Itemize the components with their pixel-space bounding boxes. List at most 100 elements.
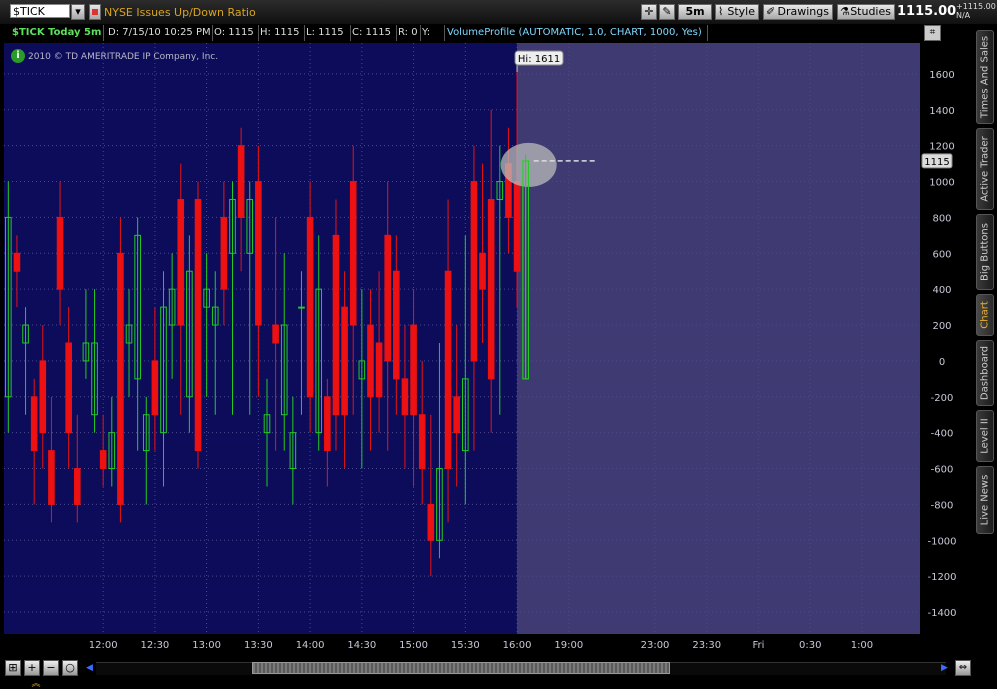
- collapse-chevron-icon[interactable]: ︽: [26, 676, 46, 689]
- candle-body-down: [177, 198, 185, 326]
- scroll-right-arrow-icon[interactable]: ▶: [941, 663, 948, 673]
- candle-body-down: [332, 234, 340, 416]
- candle-body-down: [384, 234, 392, 362]
- candle-body-down: [220, 216, 228, 290]
- crosshair-tool-button[interactable]: ✛: [641, 4, 657, 20]
- grid-icon: ⊞: [8, 661, 18, 674]
- symbol-input[interactable]: $TICK: [10, 4, 70, 18]
- side-tab-dashboard[interactable]: Dashboard: [976, 340, 994, 406]
- candle-body-down: [513, 181, 521, 272]
- info-icon[interactable]: i: [11, 49, 25, 63]
- time-axis-label: 16:00: [503, 640, 532, 651]
- studies-label: Studies: [850, 5, 891, 18]
- side-tab-label: Times And Sales: [979, 35, 991, 119]
- time-axis-label: 1:00: [851, 640, 873, 651]
- drawing-grid-button[interactable]: ⊞: [5, 660, 21, 676]
- scroll-left-arrow-icon[interactable]: ◀: [86, 663, 93, 673]
- candle-body-down: [324, 396, 331, 452]
- candle-body-down: [237, 145, 245, 218]
- candle-body-down: [444, 270, 452, 470]
- time-axis-label: 13:30: [244, 640, 273, 651]
- fit-chart-button[interactable]: ○: [62, 660, 78, 676]
- studies-icon: ⚗: [840, 5, 850, 18]
- bar-close: C: 1115: [350, 25, 397, 41]
- time-axis-label: 23:30: [692, 640, 721, 651]
- price-axis-label: -400: [931, 429, 954, 440]
- side-tab-chart[interactable]: Chart: [976, 294, 994, 336]
- zoom-in-button[interactable]: +: [24, 660, 40, 676]
- candle-body-down: [470, 181, 478, 362]
- future-time-area: [517, 43, 920, 634]
- candle-body-down: [65, 342, 72, 434]
- settings-tool-button[interactable]: ✎: [659, 4, 675, 20]
- chart-info-bar: $TICK Today 5m D: 7/15/10 10:25 PM O: 11…: [6, 25, 708, 41]
- side-tab-level-ii[interactable]: Level II: [976, 410, 994, 462]
- bar-high: H: 1115: [258, 25, 305, 41]
- studies-button[interactable]: ⚗ Studies: [837, 4, 895, 20]
- bottom-toolbar: ⊞ + − ○ ◀ ▶ ⇔: [0, 656, 997, 686]
- chart-settings-icon: ⌗: [929, 27, 936, 38]
- side-tab-label: Level II: [979, 418, 991, 454]
- candle-body-down: [39, 360, 47, 434]
- net-change: +1115.00: [956, 2, 996, 11]
- zoom-in-icon: +: [27, 661, 37, 674]
- candle-body-down: [375, 342, 383, 398]
- candle-body-down: [272, 324, 279, 344]
- candle-body-down: [393, 270, 400, 380]
- candle-body-down: [367, 324, 374, 398]
- copyright-notice: 2010 © TD AMERITRADE IP Company, Inc.: [28, 52, 219, 62]
- candle-body-down: [453, 396, 460, 434]
- candle-body-up: [298, 306, 305, 309]
- side-tab-active-trader[interactable]: Active Trader: [976, 128, 994, 210]
- candle-body-down: [341, 306, 348, 416]
- candle-body-down: [151, 360, 159, 416]
- symbol-dropdown-button[interactable]: ▾: [71, 4, 85, 20]
- fit-icon: ○: [65, 661, 75, 674]
- price-axis-label: -200: [931, 393, 954, 404]
- price-axis-label: -800: [931, 500, 954, 511]
- study-title: NYSE Issues Up/Down Ratio: [104, 6, 256, 19]
- time-axis-label: 12:00: [89, 640, 118, 651]
- percent-change: N/A: [956, 11, 971, 20]
- price-axis-label: 600: [932, 249, 951, 260]
- candle-body-down: [255, 181, 262, 326]
- top-toolbar: $TICK ▾ NYSE Issues Up/Down Ratio ✛ ✎ 5m…: [0, 0, 997, 24]
- crosshair-icon: ✛: [644, 5, 654, 18]
- candle-body-down: [401, 378, 409, 416]
- hi-label: Hi: 1611: [518, 54, 560, 65]
- price-axis-label: 1200: [929, 142, 954, 153]
- price-axis-label: 1400: [929, 106, 954, 117]
- candle-body-down: [48, 450, 55, 505]
- price-change: +1115.00 N/A: [956, 2, 996, 20]
- style-button[interactable]: ⌇ Style: [715, 4, 759, 20]
- bar-y: Y:: [420, 25, 445, 41]
- drawings-button[interactable]: ✐ Drawings: [763, 4, 833, 20]
- time-axis-label: 13:00: [192, 640, 221, 651]
- period-button[interactable]: 5m: [678, 4, 712, 20]
- zoom-out-icon: −: [46, 661, 56, 674]
- candle-body-down: [30, 396, 38, 452]
- price-axis-label: 200: [932, 321, 951, 332]
- style-label: Style: [727, 5, 755, 18]
- side-tab-label: Active Trader: [979, 136, 991, 202]
- side-tab-big-buttons[interactable]: Big Buttons: [976, 214, 994, 290]
- scrollbar-thumb[interactable]: [252, 662, 670, 674]
- zoom-out-button[interactable]: −: [43, 660, 59, 676]
- bar-low: L: 1115: [304, 25, 351, 41]
- bar-range: R: 0: [396, 25, 421, 41]
- time-axis-label: 19:00: [554, 640, 583, 651]
- candle-body-down: [306, 216, 314, 398]
- price-chart[interactable]: 1600 1400 1200 1000 800 600 400 200 0 -200 -400 -60…: [4, 43, 957, 651]
- expand-right-button[interactable]: ⇔: [955, 660, 971, 676]
- price-axis-label: 1600: [929, 70, 954, 81]
- chevron-down-icon: ▾: [75, 5, 81, 18]
- chart-title: $TICK Today 5m: [6, 25, 104, 41]
- candle-body-down: [487, 198, 495, 380]
- volume-profile-study-label[interactable]: VolumeProfile (AUTOMATIC, 1.0, CHART, 10…: [444, 25, 708, 41]
- chart-settings-button[interactable]: ⌗: [924, 25, 941, 41]
- link-color-button[interactable]: [89, 4, 101, 20]
- side-tab-times-and-sales[interactable]: Times And Sales: [976, 30, 994, 124]
- candle-body-down: [349, 181, 357, 326]
- side-tab-live-news[interactable]: Live News: [976, 466, 994, 534]
- time-axis-label: 14:00: [296, 640, 325, 651]
